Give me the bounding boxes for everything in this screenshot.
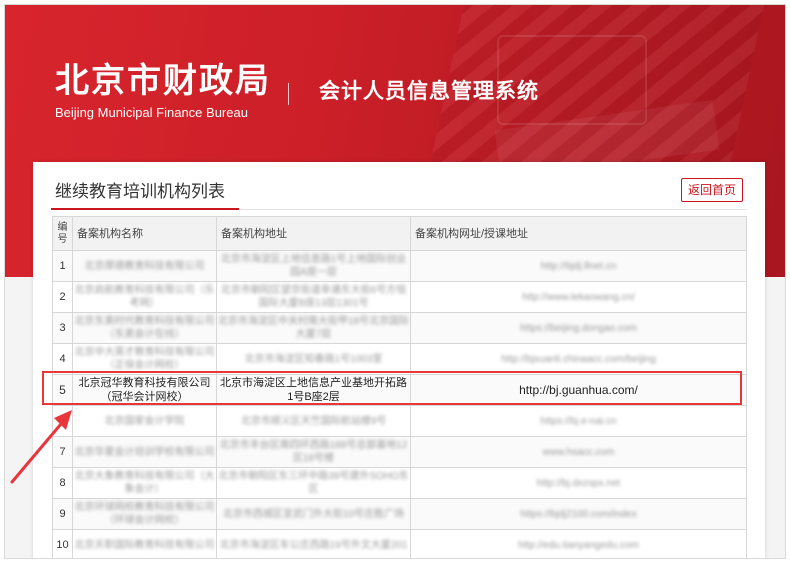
institution-url-link[interactable]: http://bjxuanli.chinaacc.com/beijing — [411, 353, 746, 366]
institution-address: 北京市顺义区天竺国际航站楼9号 — [216, 405, 411, 437]
row-number: 10 — [52, 529, 73, 558]
institution-address-text: 北京市海淀区上地信息路1号上地国际创业园A座一层 — [220, 254, 407, 278]
institution-address: 北京市海淀区知春路1号1003室 — [216, 343, 411, 375]
institution-name-text: 北京东奥时代教育科技有限公司（东奥会计在线） — [74, 316, 215, 340]
institution-address: 北京市海淀区上地信息路1号上地国际创业园A座一层 — [216, 250, 411, 282]
institution-name: 北京厚德教育科技有限公司 — [72, 250, 217, 282]
institution-url: http://bj.dxzspx.net — [410, 467, 747, 499]
institution-url-link[interactable]: http://bj.dxzspx.net — [411, 477, 746, 490]
institution-name: 北京中大英才教育科技有限公司（正保会计网校） — [72, 343, 217, 375]
institution-address-text: 北京市海淀区车公庄西路19号外文大厦201 — [219, 539, 408, 551]
institution-address-text: 北京市顺义区天竺国际航站楼9号 — [240, 415, 387, 427]
institution-address-text: 北京市海淀区知春路1号1003室 — [244, 353, 383, 365]
institution-url: http://bjdj.lfnet.cn — [410, 250, 747, 282]
table-row: 1 北京厚德教育科技有限公司 北京市海淀区上地信息路1号上地国际创业园A座一层 … — [52, 250, 747, 282]
org-name-en: Beijing Municipal Finance Bureau — [55, 105, 248, 120]
institution-address: 北京市朝阳区望京街道阜通东大街6号方恒国际大厦B座13层1301号 — [216, 281, 411, 313]
institution-name-text: 北京华夏会计培训学校有限公司 — [74, 446, 215, 458]
institution-address: 北京市西城区宣武门外大街10号庄胜广场 — [216, 498, 411, 530]
panel-title-underline — [51, 208, 239, 210]
institution-address-text: 北京市丰台区南四环西路188号总部基地12区18号楼 — [219, 440, 408, 464]
row-number: 7 — [52, 436, 73, 468]
row-number: 8 — [52, 467, 73, 499]
table-row: 4 北京中大英才教育科技有限公司（正保会计网校） 北京市海淀区知春路1号1003… — [52, 343, 747, 375]
institution-url: https://beijing.dongao.com — [410, 312, 747, 344]
institution-name-text: 北京国家会计学院 — [104, 415, 185, 427]
row-number: 2 — [52, 281, 73, 313]
institution-url-link[interactable]: http://edu.tianyangedu.com — [411, 539, 746, 552]
institution-name: 北京华夏会计培训学校有限公司 — [72, 436, 217, 468]
institution-name: 北京东奥时代教育科技有限公司（东奥会计在线） — [72, 312, 217, 344]
column-header-number: 编号 — [52, 216, 73, 251]
institution-url-link[interactable]: https://beijing.dongao.com — [411, 322, 746, 335]
table-row: 8 北京大象教育科技有限公司（大象会计） 北京市朝阳区东三环中路39号建外SOH… — [52, 467, 747, 499]
institution-url: http://www.lekaowang.cn/ — [410, 281, 747, 313]
institution-url: www.hsacc.com — [410, 436, 747, 468]
institution-address-text: 北京市朝阳区东三环中路39号建外SOHO东区 — [218, 471, 409, 495]
institution-address: 北京市丰台区南四环西路188号总部基地12区18号楼 — [216, 436, 411, 468]
institution-name: 北京国家会计学院 — [72, 405, 217, 437]
highlight-box — [42, 371, 742, 405]
row-number: 4 — [52, 343, 73, 375]
institution-address-text: 北京市海淀区中关村南大街甲18号北京国际大厦7层 — [217, 316, 410, 340]
column-header-address: 备案机构地址 — [216, 216, 411, 251]
system-title: 会计人员信息管理系统 — [319, 80, 539, 103]
institution-name: 北京环球网校教育科技有限公司（环球会计网校） — [72, 498, 217, 530]
table-row: 7 北京华夏会计培训学校有限公司 北京市丰台区南四环西路188号总部基地12区1… — [52, 436, 747, 468]
institution-name: 北京天职国际教育科技有限公司 — [72, 529, 217, 558]
institution-url: https://bjdj2100.com/index — [410, 498, 747, 530]
institution-address-text: 北京市朝阳区望京街道阜通东大街6号方恒国际大厦B座13层1301号 — [220, 285, 407, 309]
institution-url: http://bjxuanli.chinaacc.com/beijing — [410, 343, 747, 375]
institution-url-link[interactable]: https://bjdj2100.com/index — [411, 508, 746, 521]
institution-name-text: 北京大象教育科技有限公司（大象会计） — [74, 471, 215, 495]
header-separator — [288, 83, 289, 105]
row-number: 3 — [52, 312, 73, 344]
column-header-url: 备案机构网址/授课地址 — [410, 216, 747, 251]
institution-name-text: 北京环球网校教育科技有限公司（环球会计网校） — [74, 502, 215, 526]
table-row: 3 北京东奥时代教育科技有限公司（东奥会计在线） 北京市海淀区中关村南大街甲18… — [52, 312, 747, 344]
table-row: 6 北京国家会计学院 北京市顺义区天竺国际航站楼9号 https://bj.e-… — [52, 405, 747, 437]
institution-name-text: 北京天职国际教育科技有限公司 — [74, 539, 215, 551]
row-number: 6 — [52, 405, 73, 437]
panel-title: 继续教育培训机构列表 — [55, 182, 225, 201]
institution-address-text: 北京市西城区宣武门外大街10号庄胜广场 — [222, 508, 405, 520]
institution-url-link[interactable]: https://bj.e-nai.cn — [411, 415, 746, 428]
institution-url: http://edu.tianyangedu.com — [410, 529, 747, 558]
institution-name: 北京大象教育科技有限公司（大象会计） — [72, 467, 217, 499]
institution-name: 北京启航教育科技有限公司（乐考网） — [72, 281, 217, 313]
institution-url: https://bj.e-nai.cn — [410, 405, 747, 437]
institution-address: 北京市海淀区车公庄西路19号外文大厦201 — [216, 529, 411, 558]
table-header-row: 编号 备案机构名称 备案机构地址 备案机构网址/授课地址 — [52, 216, 747, 251]
institution-list-panel: 继续教育培训机构列表 返回首页 编号 备案机构名称 备案机构地址 备案机构网址/… — [33, 162, 765, 558]
back-home-button[interactable]: 返回首页 — [681, 178, 743, 202]
institution-address: 北京市海淀区中关村南大街甲18号北京国际大厦7层 — [216, 312, 411, 344]
screenshot-frame: 北京市财政局 Beijing Municipal Finance Bureau … — [4, 4, 786, 559]
row-number: 9 — [52, 498, 73, 530]
column-header-name: 备案机构名称 — [72, 216, 217, 251]
row-number: 1 — [52, 250, 73, 282]
table-row: 10 北京天职国际教育科技有限公司 北京市海淀区车公庄西路19号外文大厦201 … — [52, 529, 747, 558]
table-row: 9 北京环球网校教育科技有限公司（环球会计网校） 北京市西城区宣武门外大街10号… — [52, 498, 747, 530]
institution-url-link[interactable]: http://bjdj.lfnet.cn — [411, 260, 746, 273]
org-name-cn: 北京市财政局 — [55, 62, 271, 100]
table-row: 2 北京启航教育科技有限公司（乐考网） 北京市朝阳区望京街道阜通东大街6号方恒国… — [52, 281, 747, 313]
institution-name-text: 北京厚德教育科技有限公司 — [84, 260, 205, 272]
institution-name-text: 北京启航教育科技有限公司（乐考网） — [74, 285, 215, 309]
institution-url-link[interactable]: http://www.lekaowang.cn/ — [411, 291, 746, 304]
institution-name-text: 北京中大英才教育科技有限公司（正保会计网校） — [74, 347, 215, 371]
institution-address: 北京市朝阳区东三环中路39号建外SOHO东区 — [216, 467, 411, 499]
institution-url-link[interactable]: www.hsacc.com — [411, 446, 746, 459]
